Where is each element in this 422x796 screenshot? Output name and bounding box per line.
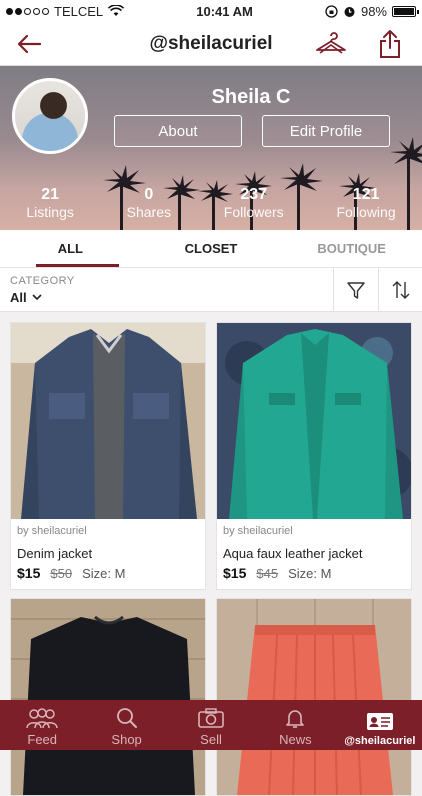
hanger-icon[interactable] [314,30,348,58]
tab-label: @sheilacuriel [344,735,416,747]
filter-bar: CATEGORY All [0,268,422,312]
avatar[interactable] [12,78,88,154]
listing-photo[interactable] [217,599,411,795]
stat-number: 21 [41,186,60,203]
tab-shop[interactable]: Shop [84,700,168,750]
bottom-tab-bar: Feed Shop Sell News @sheilacuriel [0,700,422,750]
alarm-icon [344,6,355,17]
closet-tabs: ALL CLOSET BOUTIQUE [0,230,422,268]
profile-name: Sheila C [211,86,291,108]
tab-all[interactable]: ALL [0,230,141,267]
chevron-down-icon [32,294,42,301]
listing-price-row: $15 $45 Size: M [223,565,405,581]
listing-seller[interactable]: by sheilacuriel [223,525,405,537]
listings-grid: by sheilacuriel Denim jacket $15 $50 Siz… [10,322,412,796]
listing-photo[interactable] [11,323,205,519]
listing-title[interactable]: Denim jacket [17,546,199,561]
listing-photo[interactable] [217,323,411,519]
listing-size: Size: M [288,566,332,581]
category-select[interactable]: All [10,290,42,305]
tab-label: Feed [27,732,58,747]
listing-meta: by sheilacuriel Aqua faux leather jacket… [217,519,411,589]
tab-feed[interactable]: Feed [0,700,84,750]
people-icon [26,708,58,729]
stat-label: Listings [26,204,74,220]
bell-icon [286,710,305,728]
stat-shares[interactable]: 0 Shares [127,186,171,220]
tab-news[interactable]: News [253,700,337,750]
rotation-lock-icon [325,4,338,18]
tab-label: Sell [200,732,222,747]
edit-profile-button[interactable]: Edit Profile [262,115,390,147]
listing-price: $15 [17,565,41,581]
listing-card[interactable]: by sheilacuriel Denim jacket $15 $50 Siz… [10,322,206,590]
tab-label: Shop [111,732,142,747]
listing-price-row: $15 $50 Size: M [17,565,199,581]
back-arrow-icon[interactable] [14,30,44,58]
tab-closet[interactable]: CLOSET [141,230,282,267]
stat-label: Following [336,204,396,220]
listing-original-price: $45 [256,566,279,581]
stat-label: Followers [223,204,284,220]
listing-meta: by sheilacuriel Denim jacket $15 $50 Siz… [11,519,205,589]
share-icon[interactable] [376,28,404,60]
filter-button[interactable] [333,268,377,312]
tab-boutique[interactable]: BOUTIQUE [281,230,422,267]
carrier-text: TELCEL [54,3,104,19]
status-time: 10:41 AM [196,3,253,19]
stat-label: Shares [126,204,171,220]
tab-sell[interactable]: Sell [169,700,253,750]
search-icon [116,708,137,728]
listing-title[interactable]: Aqua faux leather jacket [223,546,405,561]
category-label: CATEGORY [10,275,75,287]
profile-card-icon [366,713,393,730]
tab-profile[interactable]: @sheilacuriel [338,700,422,750]
profile-header: Sheila C About Edit Profile 21 Listings … [0,66,422,230]
signal-icon [6,7,49,15]
profile-stats: 21 Listings 0 Shares 237 Followers 121 F… [0,186,422,220]
status-right: 98% [325,3,419,19]
listing-card[interactable] [10,598,206,796]
sort-arrows-icon [392,281,409,299]
status-bar: TELCEL 10:41 AM 98% [0,0,422,22]
nav-bar: @sheilacuriel [0,22,422,66]
listing-original-price: $50 [50,566,73,581]
category-value: All [10,290,27,305]
listing-photo[interactable] [11,599,205,795]
stat-number: 0 [144,186,154,203]
sort-button[interactable] [378,268,422,312]
camera-icon [198,708,224,728]
funnel-icon [346,282,365,299]
listing-card[interactable]: by sheilacuriel Aqua faux leather jacket… [216,322,412,590]
stat-number: 237 [240,186,268,203]
stat-followers[interactable]: 237 Followers [224,186,284,220]
page-title: @sheilacuriel [149,32,273,54]
stat-following[interactable]: 121 Following [336,186,395,220]
battery-icon [392,5,419,17]
listing-card[interactable] [216,598,412,796]
status-left: TELCEL [6,3,125,19]
about-button[interactable]: About [114,115,242,147]
stat-listings[interactable]: 21 Listings [26,186,73,220]
listing-price: $15 [223,565,247,581]
wifi-icon [108,5,125,16]
tab-label: News [279,732,312,747]
listing-seller[interactable]: by sheilacuriel [17,525,199,537]
listing-size: Size: M [82,566,126,581]
stat-number: 121 [352,186,380,203]
battery-percent: 98% [360,3,387,19]
